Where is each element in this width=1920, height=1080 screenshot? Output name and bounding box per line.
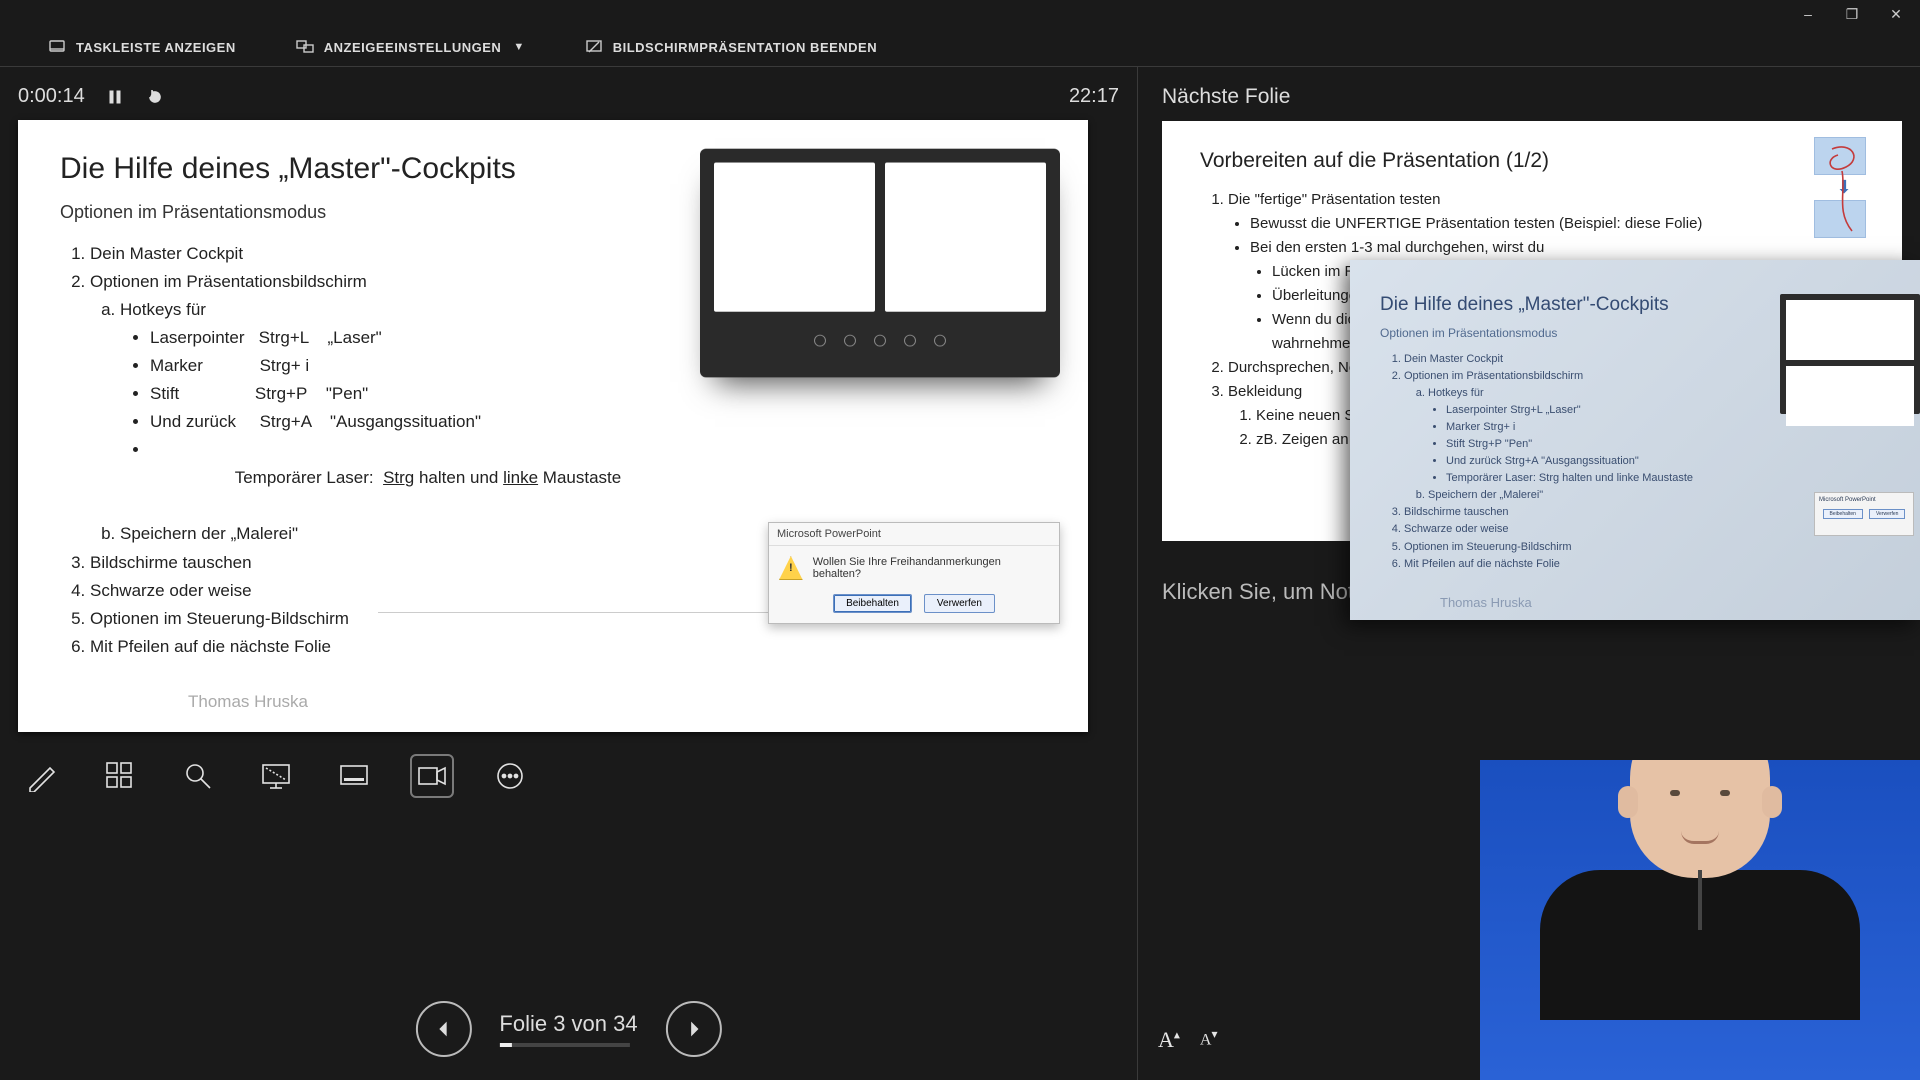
- increase-font-button[interactable]: A▴: [1158, 1027, 1180, 1053]
- projected-slide-photo: Die Hilfe deines „Master"-Cockpits Optio…: [1350, 260, 1920, 620]
- clock-time: 22:17: [1069, 85, 1119, 108]
- zoom-tool-button[interactable]: [178, 756, 218, 796]
- discard-button[interactable]: Verwerfen: [924, 594, 995, 613]
- black-screen-button[interactable]: [256, 756, 296, 796]
- current-slide-panel: 0:00:14 22:17 Die Hilfe deines „Master"-…: [0, 67, 1138, 1080]
- timer-bar: 0:00:14 22:17: [18, 85, 1119, 108]
- more-options-button[interactable]: [490, 756, 530, 796]
- pause-timer-button[interactable]: [107, 88, 125, 106]
- slide-progress: [499, 1043, 629, 1047]
- display-settings-icon: [296, 38, 314, 56]
- warning-icon: !: [779, 556, 803, 580]
- presenter-top-menu: TASKLEISTE ANZEIGEN ANZEIGEEINSTELLUNGEN…: [0, 28, 1920, 67]
- close-button[interactable]: ✕: [1888, 6, 1904, 22]
- dialog-message: Wollen Sie Ihre Freihandanmerkungen beha…: [813, 556, 1049, 580]
- presenter-webcam[interactable]: [1480, 760, 1920, 1080]
- end-slideshow-label: BILDSCHIRMPRÄSENTATION BEENDEN: [613, 40, 877, 55]
- camera-toggle-button[interactable]: [412, 756, 452, 796]
- end-slideshow-icon: [585, 38, 603, 56]
- chevron-down-icon: ▼: [513, 41, 524, 53]
- end-slideshow-button[interactable]: BILDSCHIRMPRÄSENTATION BEENDEN: [585, 38, 877, 56]
- dialog-title: Microsoft PowerPoint: [769, 523, 1059, 546]
- keep-button[interactable]: Beibehalten: [833, 594, 912, 613]
- window-titlebar: – ❐ ✕: [0, 0, 1920, 28]
- elapsed-time: 0:00:14: [18, 85, 85, 108]
- show-taskbar-label: TASKLEISTE ANZEIGEN: [76, 40, 236, 55]
- pen-tool-button[interactable]: [22, 756, 62, 796]
- list-item: Mit Pfeilen auf die nächste Folie: [90, 633, 1046, 661]
- presenter-thumbnail-image: [700, 149, 1060, 378]
- taskbar-icon: [48, 38, 66, 56]
- slide-counter: Folie 3 von 34: [499, 1011, 637, 1037]
- display-settings-label: ANZEIGEEINSTELLUNGEN: [324, 40, 502, 55]
- current-slide[interactable]: Die Hilfe deines „Master"-Cockpits Optio…: [18, 120, 1088, 732]
- mini-presenter-thumb: [1780, 294, 1920, 414]
- diagram-sketch: ⬇: [1814, 137, 1874, 247]
- leader-line: [378, 612, 798, 614]
- slide-navigation: Folie 3 von 34: [415, 1001, 721, 1057]
- previous-slide-button[interactable]: [415, 1001, 471, 1057]
- decrease-font-button[interactable]: A▾: [1200, 1027, 1218, 1053]
- list-item: Und zurück Strg+A "Ausgangssituation": [150, 408, 1046, 436]
- presenter-tools: [18, 732, 1119, 820]
- list-item: Temporärer Laser: Strg halten und linke …: [150, 436, 1046, 520]
- ink-annotations-dialog: Microsoft PowerPoint ! Wollen Sie Ihre F…: [768, 522, 1060, 624]
- show-taskbar-button[interactable]: TASKLEISTE ANZEIGEN: [48, 38, 236, 56]
- next-slide-header: Nächste Folie: [1162, 85, 1902, 109]
- next-slide-title: Vorbereiten auf die Präsentation (1/2): [1200, 149, 1864, 173]
- reset-timer-button[interactable]: [147, 88, 165, 106]
- list-item: Stift Strg+P "Pen": [150, 380, 1046, 408]
- display-settings-button[interactable]: ANZEIGEEINSTELLUNGEN ▼: [296, 38, 525, 56]
- minimize-button[interactable]: –: [1800, 6, 1816, 22]
- see-all-slides-button[interactable]: [100, 756, 140, 796]
- maximize-button[interactable]: ❐: [1844, 6, 1860, 22]
- next-slide-button[interactable]: [666, 1001, 722, 1057]
- notes-font-tools: A▴ A▾: [1158, 1027, 1218, 1053]
- subtitle-toggle-button[interactable]: [334, 756, 374, 796]
- slide-author: Thomas Hruska: [188, 692, 308, 712]
- mini-dialog: Microsoft PowerPoint BeibehaltenVerwerfe…: [1814, 492, 1914, 536]
